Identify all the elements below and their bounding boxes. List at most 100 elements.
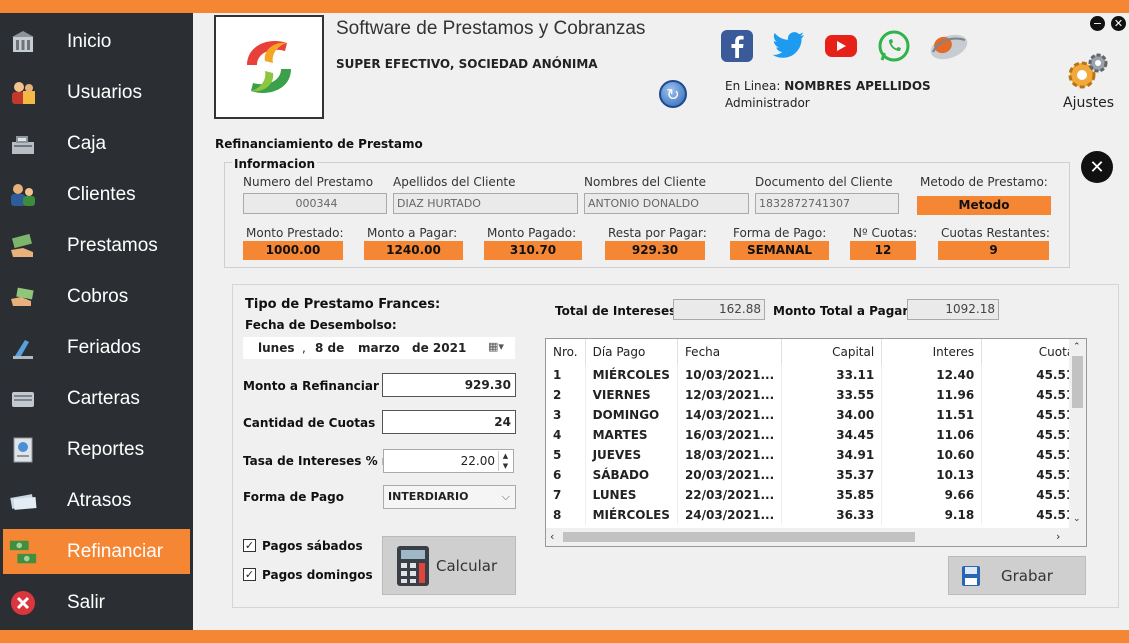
table-cell: MIÉRCOLES bbox=[585, 365, 678, 385]
close-window-button[interactable]: ✕ bbox=[1111, 16, 1126, 31]
table-cell: VIERNES bbox=[585, 385, 678, 405]
saturday-checkbox[interactable]: ✓ bbox=[243, 539, 256, 552]
calculate-button[interactable]: Calcular bbox=[382, 536, 516, 595]
payment-form-label: Forma de Pago bbox=[243, 490, 344, 504]
installment-count-input[interactable]: 24 bbox=[382, 410, 516, 434]
interest-rate-stepper[interactable]: 22.00 bbox=[383, 449, 514, 473]
save-label: Grabar bbox=[1001, 567, 1053, 585]
remaining-value: 929.30 bbox=[605, 241, 705, 260]
table-cell: MIÉRCOLES bbox=[585, 505, 678, 525]
sidebar-item-label: Feriados bbox=[67, 336, 141, 358]
web-mouse-icon[interactable] bbox=[925, 29, 971, 63]
sidebar-item-atrasos[interactable]: Atrasos bbox=[0, 478, 193, 523]
document-label: Documento del Cliente bbox=[755, 175, 893, 189]
schedule-table[interactable]: Nro. Día Pago Fecha Capital Interes Cuot… bbox=[545, 338, 1087, 547]
table-cell: 33.55 bbox=[781, 385, 883, 405]
date-day: lunes bbox=[258, 341, 295, 355]
table-cell: JUEVES bbox=[585, 445, 678, 465]
online-prefix: En Linea: bbox=[725, 79, 781, 93]
scroll-left-icon[interactable]: ‹ bbox=[550, 530, 554, 543]
surname-field[interactable]: DIAZ HURTADO bbox=[393, 193, 578, 214]
calendar-dropdown-icon[interactable]: ▦▾ bbox=[488, 340, 504, 353]
amount-input[interactable]: 929.30 bbox=[382, 373, 516, 397]
name-label: Nombres del Cliente bbox=[584, 175, 707, 189]
sidebar-item-inicio[interactable]: Inicio bbox=[0, 19, 193, 64]
table-cell: 45.51 bbox=[981, 505, 1083, 525]
column-header-dia[interactable]: Día Pago bbox=[585, 339, 678, 365]
table-row[interactable]: 1 MIÉRCOLES 10/03/2021... 33.11 12.40 45.51 bbox=[546, 365, 1083, 385]
horizontal-scrollbar[interactable]: ‹ › bbox=[546, 528, 1086, 546]
total-pay-field[interactable]: 1092.18 bbox=[907, 299, 999, 320]
table-cell: 11.06 bbox=[881, 425, 983, 445]
money-stack-icon bbox=[8, 486, 38, 516]
amount-label: Monto a Refinanciar bbox=[243, 379, 379, 393]
table-row[interactable]: 4 MARTES 16/03/2021... 34.45 11.06 45.51 bbox=[546, 425, 1083, 445]
table-row[interactable]: 3 DOMINGO 14/03/2021... 34.00 11.51 45.51 bbox=[546, 405, 1083, 425]
column-header-cuota[interactable]: Cuota bbox=[981, 339, 1083, 365]
remaining-installments-value: 9 bbox=[938, 241, 1049, 260]
table-row[interactable]: 7 LUNES 22/03/2021... 35.85 9.66 45.51 bbox=[546, 485, 1083, 505]
table-row[interactable]: 6 SÁBADO 20/03/2021... 35.37 10.13 45.51 bbox=[546, 465, 1083, 485]
whatsapp-icon[interactable] bbox=[877, 29, 911, 63]
money-hand-icon bbox=[8, 231, 38, 261]
sidebar-item-feriados[interactable]: Feriados bbox=[0, 325, 193, 370]
users-icon bbox=[8, 78, 38, 108]
sidebar-item-prestamos[interactable]: Prestamos bbox=[0, 223, 193, 268]
table-cell: 34.45 bbox=[781, 425, 883, 445]
sidebar-item-reportes[interactable]: Reportes bbox=[0, 427, 193, 472]
facebook-icon[interactable] bbox=[720, 29, 754, 63]
horizontal-scroll-thumb[interactable] bbox=[563, 532, 915, 542]
method-badge: Metodo bbox=[917, 196, 1051, 215]
remaining-installments-label: Cuotas Restantes: bbox=[941, 226, 1050, 240]
gear-icon[interactable] bbox=[1063, 48, 1113, 94]
disbursement-date-picker[interactable]: lunes , 8 de marzo de 2021 ▦▾ bbox=[243, 337, 515, 359]
interest-rate-label: Tasa de Intereses % m bbox=[243, 454, 395, 468]
table-row[interactable]: 2 VIERNES 12/03/2021... 33.55 11.96 45.51 bbox=[546, 385, 1083, 405]
sidebar-item-usuarios[interactable]: Usuarios bbox=[0, 70, 193, 115]
bottom-accent-bar bbox=[0, 630, 1129, 643]
table-row[interactable]: 8 MIÉRCOLES 24/03/2021... 36.33 9.18 45.51 bbox=[546, 505, 1083, 525]
name-field[interactable]: ANTONIO DONALDO bbox=[584, 193, 749, 214]
sidebar-item-cobros[interactable]: Cobros bbox=[0, 274, 193, 319]
twitter-icon[interactable] bbox=[772, 29, 806, 63]
table-cell: 20/03/2021... bbox=[677, 465, 783, 485]
calculate-label: Calcular bbox=[436, 557, 498, 575]
settings-label[interactable]: Ajustes bbox=[1063, 95, 1114, 111]
sidebar-item-clientes[interactable]: Clientes bbox=[0, 172, 193, 217]
sidebar-item-refinanciar[interactable]: Refinanciar bbox=[3, 529, 190, 574]
refresh-icon[interactable]: ↻ bbox=[659, 80, 687, 108]
column-header-interes[interactable]: Interes bbox=[881, 339, 983, 365]
document-field[interactable]: 1832872741307 bbox=[755, 193, 899, 214]
loan-number-field[interactable]: 000344 bbox=[243, 193, 387, 214]
payform-info-label: Forma de Pago: bbox=[733, 226, 827, 240]
cash-register-icon bbox=[8, 129, 38, 159]
minimize-button[interactable]: − bbox=[1090, 16, 1105, 31]
table-row[interactable]: 5 JUEVES 18/03/2021... 34.91 10.60 45.51 bbox=[546, 445, 1083, 465]
sunday-checkbox[interactable]: ✓ bbox=[243, 568, 256, 581]
table-cell: LUNES bbox=[585, 485, 678, 505]
lent-label: Monto Prestado: bbox=[246, 226, 344, 240]
scroll-down-icon[interactable]: ⌄ bbox=[1073, 514, 1081, 524]
table-cell: 12/03/2021... bbox=[677, 385, 783, 405]
scroll-up-icon[interactable]: ⌃ bbox=[1073, 342, 1081, 352]
payment-form-select[interactable]: INTERDIARIO ⌵ bbox=[383, 485, 516, 509]
column-header-capital[interactable]: Capital bbox=[781, 339, 883, 365]
save-button[interactable]: Grabar bbox=[948, 556, 1086, 595]
youtube-icon[interactable] bbox=[824, 29, 858, 63]
scroll-right-icon[interactable]: › bbox=[1056, 530, 1060, 543]
sidebar-item-caja[interactable]: Caja bbox=[0, 121, 193, 166]
column-header-fecha[interactable]: Fecha bbox=[677, 339, 783, 365]
close-form-button[interactable]: ✕ bbox=[1081, 151, 1113, 183]
floppy-disk-icon bbox=[961, 565, 981, 591]
lent-value: 1000.00 bbox=[243, 241, 343, 260]
rate-spin-buttons[interactable]: ▲ ▼ bbox=[498, 451, 512, 471]
table-cell: 45.51 bbox=[981, 465, 1083, 485]
sidebar-item-salir[interactable]: Salir bbox=[0, 580, 193, 625]
total-interest-field[interactable]: 162.88 bbox=[673, 299, 765, 320]
sidebar-item-carteras[interactable]: Carteras bbox=[0, 376, 193, 421]
column-header-nro[interactable]: Nro. bbox=[546, 339, 586, 365]
total-pay-label: Monto Total a Pagar: bbox=[773, 304, 914, 318]
vertical-scrollbar[interactable]: ⌃ ⌄ bbox=[1069, 339, 1086, 529]
sidebar-item-label: Atrasos bbox=[67, 489, 132, 511]
vertical-scroll-thumb[interactable] bbox=[1072, 356, 1083, 408]
